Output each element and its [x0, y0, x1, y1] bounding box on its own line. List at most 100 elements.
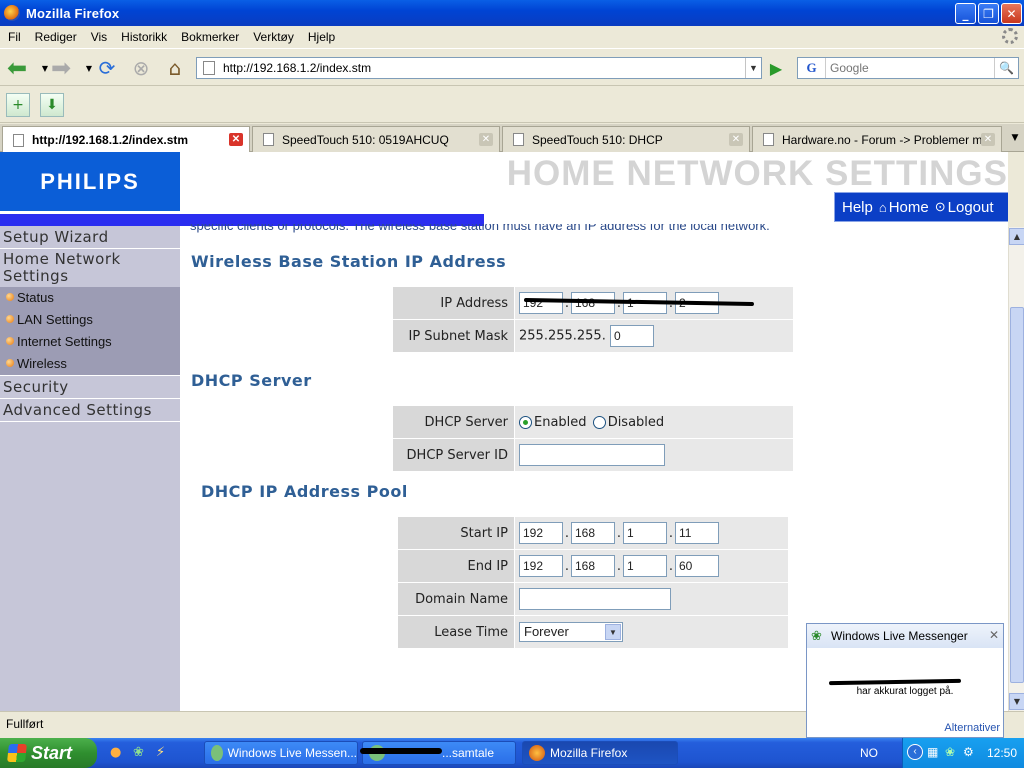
- page-icon: [13, 133, 24, 147]
- dhcp-server-label: DHCP Server: [392, 405, 515, 439]
- sidebar-item-advanced[interactable]: Advanced Settings: [0, 399, 180, 422]
- close-tab-icon[interactable]: ✕: [729, 133, 743, 146]
- reload-icon[interactable]: ⟳: [94, 55, 120, 81]
- start-ip-octet-1[interactable]: 192: [519, 522, 563, 544]
- scroll-down-icon[interactable]: ▼: [1009, 693, 1024, 710]
- close-tab-icon[interactable]: ✕: [479, 133, 493, 146]
- close-icon[interactable]: ✕: [989, 628, 999, 642]
- help-link[interactable]: Help: [842, 199, 873, 216]
- domain-name-input[interactable]: [519, 588, 671, 610]
- add-icon[interactable]: +: [6, 93, 30, 117]
- tab-label: Hardware.no - Forum -> Problemer m...: [782, 132, 993, 147]
- sidebar-item-wireless[interactable]: Wireless: [0, 353, 180, 375]
- tab-speedtouch-2[interactable]: SpeedTouch 510: DHCP ✕: [502, 126, 750, 152]
- search-engine-icon[interactable]: G: [798, 58, 826, 78]
- taskbar-item-messenger[interactable]: Windows Live Messen...: [204, 741, 358, 765]
- url-text[interactable]: http://192.168.1.2/index.stm: [223, 61, 371, 75]
- close-tab-icon[interactable]: ✕: [981, 133, 995, 146]
- messenger-title: Windows Live Messenger: [831, 629, 968, 643]
- sidebar-item-home-network[interactable]: Home Network Settings: [0, 249, 180, 287]
- url-dropdown-icon[interactable]: ▼: [745, 58, 761, 78]
- home-icon[interactable]: ⌂: [879, 200, 887, 215]
- section-heading-wbs: Wireless Base Station IP Address: [191, 252, 507, 271]
- window-title: Mozilla Firefox: [26, 5, 120, 21]
- sidebar-item-security[interactable]: Security: [0, 375, 180, 399]
- taskbar: Start ● ❀ ⚡ Windows Live Messen... ...sa…: [0, 738, 1024, 768]
- dhcp-disabled-radio[interactable]: [592, 415, 606, 429]
- firefox-quicklaunch-icon[interactable]: ●: [110, 745, 127, 762]
- messenger-quicklaunch-icon[interactable]: ❀: [133, 745, 150, 762]
- menu-view[interactable]: Vis: [91, 30, 107, 44]
- download-icon[interactable]: ⬇: [40, 93, 64, 117]
- lease-time-select[interactable]: Forever ▼: [519, 622, 623, 642]
- start-ip-octet-3[interactable]: 1: [623, 522, 667, 544]
- forward-icon[interactable]: ➡: [48, 54, 74, 82]
- sidebar-item-internet-settings[interactable]: Internet Settings: [0, 331, 180, 353]
- page-icon: [263, 133, 274, 146]
- home-link[interactable]: Home: [889, 199, 929, 216]
- logout-icon[interactable]: ⊙: [935, 199, 946, 215]
- ip-octet-1[interactable]: 192: [519, 292, 563, 314]
- dhcp-server-id-label: DHCP Server ID: [392, 438, 515, 472]
- search-box[interactable]: G 🔍: [797, 57, 1019, 79]
- dhcp-enabled-label: Enabled: [534, 414, 587, 430]
- home-icon[interactable]: ⌂: [162, 55, 188, 81]
- menu-edit[interactable]: Rediger: [35, 30, 77, 44]
- sidebar-item-setup-wizard[interactable]: Setup Wizard: [0, 226, 180, 249]
- tab-hardware-forum[interactable]: Hardware.no - Forum -> Problemer m... ✕: [752, 126, 1002, 152]
- maximize-button[interactable]: ❐: [978, 3, 999, 24]
- end-ip-octet-4[interactable]: 60: [675, 555, 719, 577]
- stop-icon[interactable]: ⊗: [128, 55, 154, 81]
- tab-label: http://192.168.1.2/index.stm: [32, 133, 189, 147]
- messenger-tray-icon[interactable]: ❀: [945, 745, 955, 759]
- dhcp-server-id-input[interactable]: [519, 444, 665, 466]
- menu-help[interactable]: Hjelp: [308, 30, 335, 44]
- task-label: Windows Live Messen...: [227, 746, 357, 760]
- sidebar-item-status[interactable]: Status: [0, 287, 180, 309]
- messenger-notification[interactable]: ❀ Windows Live Messenger ✕ har akkurat l…: [806, 623, 1004, 738]
- start-ip-octet-4[interactable]: 11: [675, 522, 719, 544]
- tab-speedtouch-1[interactable]: SpeedTouch 510: 0519AHCUQ ✕: [252, 126, 500, 152]
- tab-bar: http://192.168.1.2/index.stm ✕ SpeedTouc…: [0, 124, 1024, 153]
- sidebar-submenu: Status LAN Settings Internet Settings Wi…: [0, 287, 180, 375]
- go-icon[interactable]: ▶: [764, 57, 788, 79]
- search-input[interactable]: [830, 61, 990, 75]
- redaction-scribble: [828, 678, 962, 686]
- winamp-quicklaunch-icon[interactable]: ⚡: [156, 745, 173, 762]
- menu-history[interactable]: Historikk: [121, 30, 167, 44]
- end-ip-octet-2[interactable]: 168: [571, 555, 615, 577]
- network-icon[interactable]: ▦: [927, 745, 938, 759]
- language-indicator[interactable]: NO: [860, 746, 878, 760]
- dhcp-enabled-radio[interactable]: [519, 415, 532, 429]
- settings-icon[interactable]: ⚙: [963, 745, 974, 759]
- messenger-icon: ❀: [811, 628, 822, 643]
- tab-list-icon[interactable]: ▼: [1006, 126, 1024, 150]
- wbs-table: IP Address 192.168.1.2 IP Subnet Mask 25…: [392, 286, 794, 353]
- end-ip-label: End IP: [397, 549, 515, 583]
- menu-bookmarks[interactable]: Bokmerker: [181, 30, 239, 44]
- chevron-down-icon[interactable]: ▼: [605, 624, 621, 640]
- scroll-up-icon[interactable]: ▲: [1009, 228, 1024, 245]
- scrollbar-thumb[interactable]: [1010, 307, 1024, 683]
- page-scrollbar[interactable]: ▲ ▼: [1008, 227, 1024, 711]
- menu-tools[interactable]: Verktøy: [253, 30, 294, 44]
- end-ip-octet-3[interactable]: 1: [623, 555, 667, 577]
- page-icon: [763, 133, 774, 146]
- tray-expand-icon[interactable]: ‹: [907, 744, 923, 760]
- taskbar-item-firefox[interactable]: Mozilla Firefox: [522, 741, 678, 765]
- url-bar[interactable]: http://192.168.1.2/index.stm ▼: [196, 57, 762, 79]
- minimize-button[interactable]: _: [955, 3, 976, 24]
- start-button[interactable]: Start: [0, 738, 97, 768]
- close-tab-icon[interactable]: ✕: [229, 133, 243, 146]
- messenger-options-link[interactable]: Alternativer: [944, 722, 1000, 734]
- logout-link[interactable]: Logout: [948, 199, 994, 216]
- close-button[interactable]: ✕: [1001, 3, 1022, 24]
- subnet-last-octet[interactable]: 0: [609, 325, 654, 347]
- menu-file[interactable]: Fil: [8, 30, 21, 44]
- search-icon[interactable]: 🔍: [994, 58, 1018, 78]
- back-icon[interactable]: ⬅: [4, 54, 30, 82]
- tab-router[interactable]: http://192.168.1.2/index.stm ✕: [2, 126, 250, 153]
- start-ip-octet-2[interactable]: 168: [571, 522, 615, 544]
- sidebar-item-lan-settings[interactable]: LAN Settings: [0, 309, 180, 331]
- end-ip-octet-1[interactable]: 192: [519, 555, 563, 577]
